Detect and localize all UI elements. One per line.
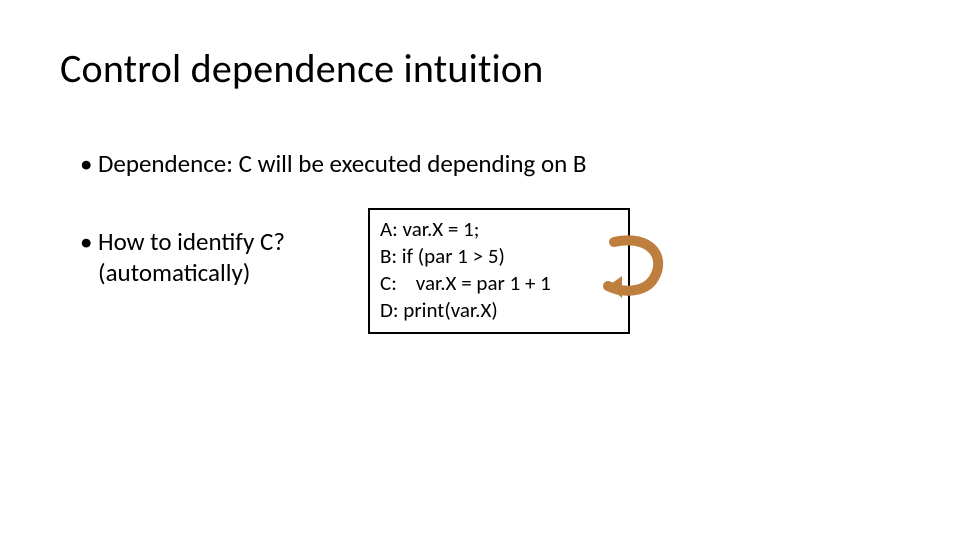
bullet-indent: [80, 257, 98, 288]
slide-title: Control dependence intuition: [60, 44, 543, 93]
bullet-dependence: •Dependence: C will be executed dependin…: [80, 148, 587, 179]
bullet-dot: •: [80, 148, 98, 179]
bullet-dot: •: [80, 226, 98, 257]
code-line-a: A: var.X = 1;: [380, 216, 479, 242]
code-line-d: D: print(var.X): [380, 297, 498, 323]
bullet-text-line2: (automatically): [98, 257, 250, 288]
code-line-b: B: if (par 1 > 5): [380, 243, 505, 269]
bullet-how-to-identify: •How to identify C? (automatically): [80, 226, 285, 289]
code-box: A: var.X = 1; B: if (par 1 > 5) C: var.X…: [368, 208, 630, 334]
slide: Control dependence intuition •Dependence…: [0, 0, 960, 540]
code-line-c: C: var.X = par 1 + 1: [380, 270, 551, 296]
bullet-text-line1: How to identify C?: [98, 226, 285, 257]
bullet-text: Dependence: C will be executed depending…: [98, 148, 587, 179]
